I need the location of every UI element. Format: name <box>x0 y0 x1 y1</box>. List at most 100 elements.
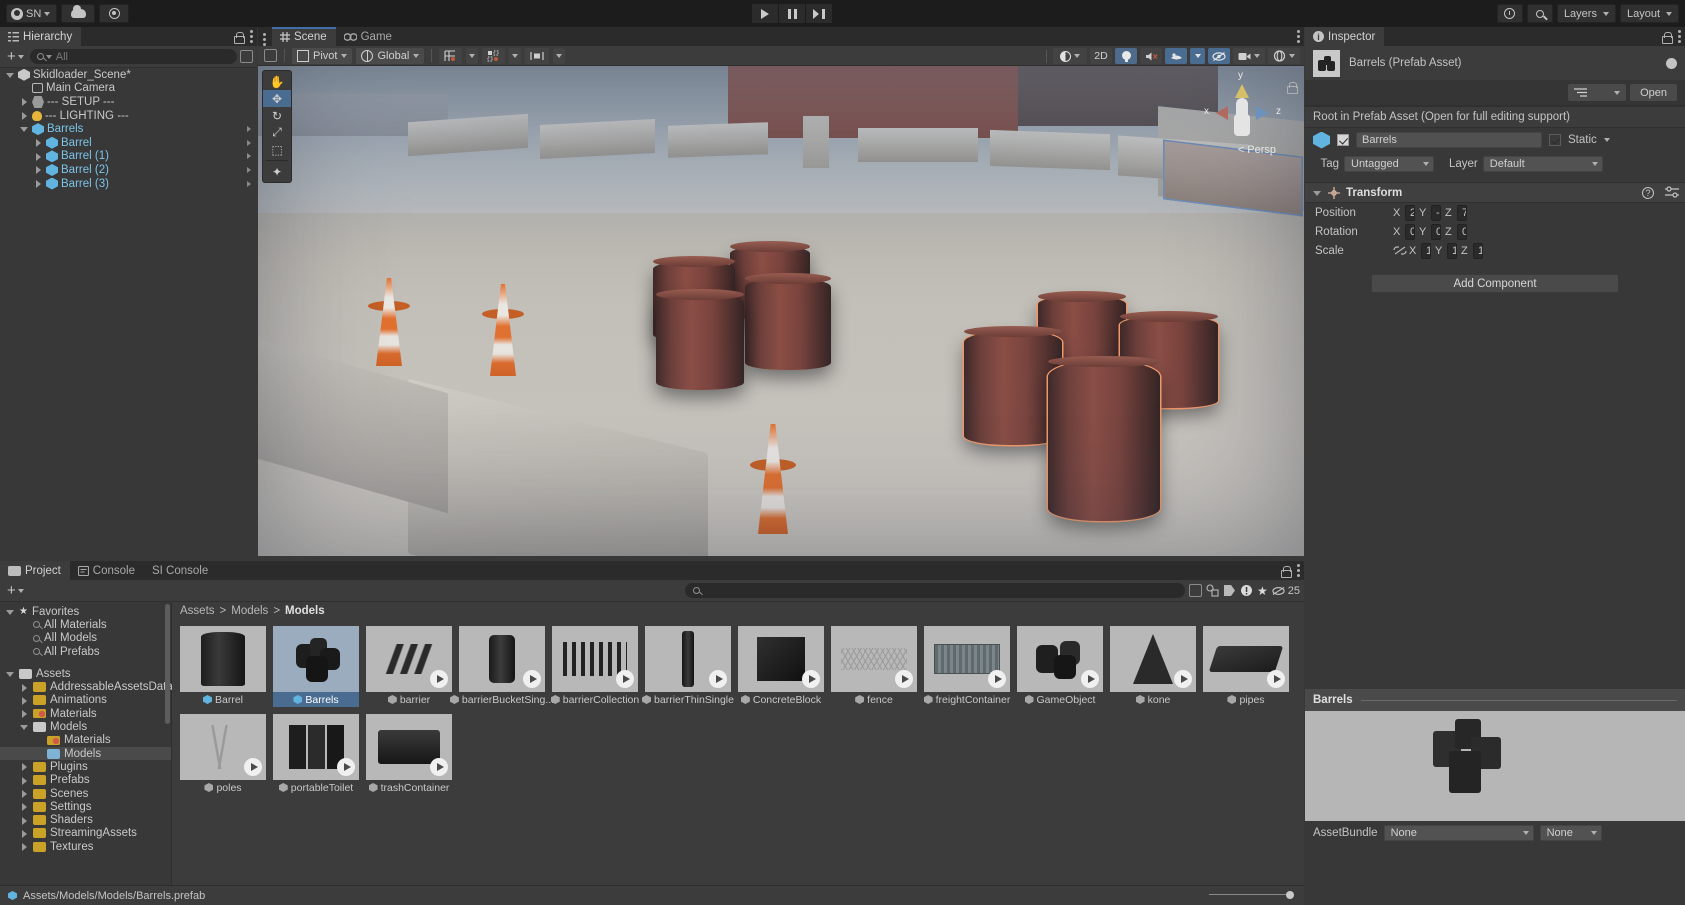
chevron-right-icon[interactable] <box>34 152 43 161</box>
type-filter-icon[interactable] <box>1206 584 1219 597</box>
chevron-right-icon[interactable] <box>20 709 29 718</box>
tab-game[interactable]: Game <box>336 27 401 46</box>
thumbnail-zoom-slider[interactable] <box>1209 890 1294 899</box>
align-dropdown[interactable] <box>553 48 565 64</box>
hierarchy-item-8[interactable]: Barrel (3) <box>0 177 257 191</box>
asset-cell[interactable]: barrierThinSingle <box>645 626 731 707</box>
grid-snap-dropdown[interactable] <box>466 48 478 64</box>
asset-cell[interactable]: barrier <box>366 626 452 707</box>
project-tree-item-2[interactable]: All Models <box>0 632 171 645</box>
asset-thumbnail[interactable] <box>366 626 452 692</box>
asset-cell[interactable]: barrierCollection <box>552 626 638 707</box>
tab-inspector[interactable]: i Inspector <box>1305 27 1384 46</box>
hierarchy-view-options-icon[interactable] <box>240 50 253 63</box>
open-prefab-button[interactable]: Open <box>1630 84 1677 101</box>
play-preview-icon[interactable] <box>337 758 355 776</box>
lock-icon[interactable] <box>234 32 243 42</box>
history-button[interactable] <box>1497 4 1523 23</box>
prefab-open-arrow-icon[interactable] <box>247 167 251 173</box>
save-search-icon[interactable] <box>1189 584 1202 597</box>
services-button[interactable] <box>99 4 129 23</box>
chevron-right-icon[interactable] <box>20 762 29 771</box>
snap-increment-dropdown[interactable] <box>509 48 521 64</box>
orientation-gizmo[interactable]: y x z <box>1212 80 1272 140</box>
lock-icon[interactable] <box>1662 32 1671 42</box>
warning-filter-icon[interactable] <box>1240 584 1253 597</box>
handle-space-toggle[interactable]: Global <box>356 48 424 64</box>
project-tree-item-13[interactable]: Prefabs <box>0 774 171 787</box>
project-tree-item-9[interactable]: Models <box>0 720 171 733</box>
asset-cell[interactable]: poles <box>180 714 266 795</box>
project-tree-item-14[interactable]: Scenes <box>0 787 171 800</box>
play-preview-icon[interactable] <box>709 670 727 688</box>
asset-cell[interactable]: GameObject <box>1017 626 1103 707</box>
layer-dropdown[interactable]: Default <box>1483 156 1603 172</box>
asset-cell[interactable]: ConcreteBlock <box>738 626 824 707</box>
project-tree-item-6[interactable]: AddressableAssetsData <box>0 680 171 693</box>
lock-icon[interactable] <box>1287 82 1296 92</box>
hierarchy-item-3[interactable]: --- LIGHTING --- <box>0 109 257 123</box>
play-preview-icon[interactable] <box>244 758 262 776</box>
hierarchy-item-1[interactable]: Main Camera <box>0 82 257 96</box>
project-tree-item-15[interactable]: Settings <box>0 800 171 813</box>
chevron-down-icon[interactable] <box>20 125 29 134</box>
play-preview-icon[interactable] <box>616 670 634 688</box>
scene-visibility-toggle[interactable] <box>1208 48 1230 64</box>
tab-console[interactable]: Console <box>70 561 144 580</box>
lock-icon[interactable] <box>1281 566 1290 576</box>
layers-dropdown[interactable]: Layers <box>1557 4 1616 23</box>
gameobject-enabled-checkbox[interactable] <box>1337 134 1349 146</box>
asset-thumbnail[interactable] <box>459 626 545 692</box>
project-tree-item-0[interactable]: ★ Favorites <box>0 605 171 618</box>
global-search-button[interactable] <box>1527 4 1553 23</box>
asset-cell[interactable]: portableToilet <box>273 714 359 795</box>
chevron-right-icon[interactable] <box>20 802 29 811</box>
asset-thumbnail[interactable] <box>831 626 917 692</box>
asset-thumbnail[interactable] <box>180 626 266 692</box>
play-preview-icon[interactable] <box>988 670 1006 688</box>
account-button[interactable]: SN <box>6 4 57 23</box>
chevron-right-icon[interactable] <box>20 829 29 838</box>
transform-position-z[interactable]: 7.94 <box>1457 205 1467 221</box>
asset-thumbnail[interactable] <box>366 714 452 780</box>
transform-rotation-y[interactable]: 0 <box>1431 224 1441 240</box>
assetbundle-dropdown[interactable]: None <box>1384 825 1534 841</box>
play-preview-icon[interactable] <box>1267 670 1285 688</box>
asset-thumbnail[interactable] <box>180 714 266 780</box>
scene-fx-dropdown[interactable] <box>1190 48 1205 64</box>
hierarchy-search-input[interactable]: All <box>30 49 237 64</box>
static-checkbox[interactable] <box>1549 134 1561 146</box>
asset-cell[interactable]: pipes <box>1203 626 1289 707</box>
chevron-right-icon[interactable] <box>20 789 29 798</box>
project-search-input[interactable] <box>685 583 1185 598</box>
component-settings-icon[interactable] <box>1665 186 1679 199</box>
tag-dropdown[interactable]: Untagged <box>1344 156 1434 172</box>
scene-maximize-icon[interactable] <box>264 49 277 62</box>
favorite-filter-icon[interactable]: ★ <box>1257 584 1268 598</box>
prefab-open-arrow-icon[interactable] <box>247 153 251 159</box>
shading-mode-dropdown[interactable] <box>1053 48 1087 64</box>
chevron-down-icon[interactable] <box>6 70 15 79</box>
asset-thumbnail[interactable] <box>738 626 824 692</box>
breadcrumb-item[interactable]: Assets <box>180 605 215 617</box>
chevron-right-icon[interactable] <box>20 683 29 692</box>
rect-tool-icon[interactable]: ⬚ <box>263 141 291 158</box>
project-tree-item-5[interactable]: Assets <box>0 667 171 680</box>
project-tree-item-7[interactable]: Animations <box>0 694 171 707</box>
tab-scene[interactable]: Scene <box>272 27 336 46</box>
overrides-dropdown[interactable] <box>1568 84 1626 101</box>
prefab-open-arrow-icon[interactable] <box>247 181 251 187</box>
transform-rotation-z[interactable]: 0 <box>1457 224 1467 240</box>
inspector-preview-body[interactable] <box>1305 711 1685 821</box>
pivot-toggle[interactable]: Pivot <box>292 48 352 64</box>
project-tree-item-16[interactable]: Shaders <box>0 813 171 826</box>
hierarchy-create-button[interactable]: + <box>4 51 27 63</box>
add-component-button[interactable]: Add Component <box>1371 274 1619 293</box>
step-button[interactable] <box>806 4 832 23</box>
help-icon[interactable]: ? <box>1642 187 1654 199</box>
breadcrumb-item[interactable]: Models <box>231 605 268 617</box>
scale-tool-icon[interactable]: ⤢ <box>263 124 291 141</box>
transform-scale-y[interactable]: 1 <box>1447 243 1457 259</box>
project-tree-item-17[interactable]: StreamingAssets <box>0 827 171 840</box>
asset-thumbnail[interactable] <box>273 714 359 780</box>
